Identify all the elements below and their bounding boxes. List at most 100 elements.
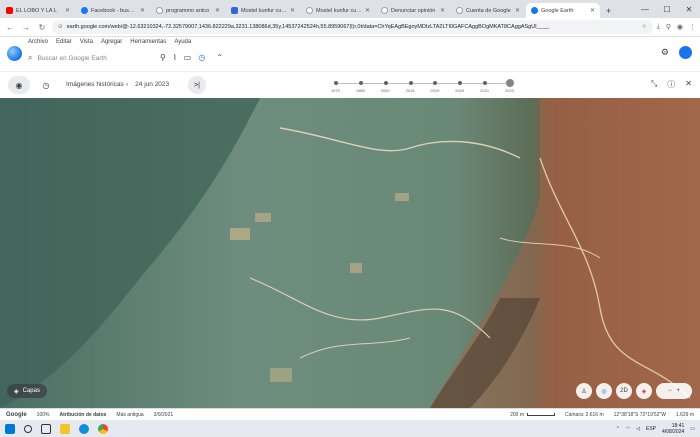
browser-tab[interactable]: Mostel kunfur cuscu ✕ bbox=[226, 3, 300, 18]
data-attribution-link[interactable]: Atribución de datos bbox=[59, 412, 106, 418]
timeline-year-label: 2023 bbox=[505, 88, 514, 93]
forward-icon[interactable]: → bbox=[20, 21, 32, 33]
close-tab-icon[interactable]: ✕ bbox=[65, 7, 70, 14]
settings-icon[interactable]: ⚙ bbox=[661, 47, 669, 58]
notifications-icon[interactable]: ▭ bbox=[690, 426, 695, 432]
close-tab-icon[interactable]: ✕ bbox=[290, 7, 295, 14]
url-input[interactable]: ⊙ earth.google.com/web/@-12.63210324,-72… bbox=[52, 20, 653, 34]
map-controls: ♙ ◎ 2D ◈ − + bbox=[576, 383, 692, 399]
timeline-dot[interactable] bbox=[383, 81, 388, 85]
window-controls: — ☐ ✕ bbox=[634, 0, 700, 18]
close-tab-icon[interactable]: ✕ bbox=[140, 7, 145, 14]
edge-icon[interactable] bbox=[79, 423, 89, 434]
close-tab-icon[interactable]: ✕ bbox=[440, 7, 445, 14]
timeline-dot[interactable] bbox=[458, 81, 463, 85]
timeline-dot[interactable] bbox=[433, 81, 438, 85]
tab-label: Mostel kunfur cuscu bbox=[241, 7, 287, 14]
menu-help[interactable]: Ayuda bbox=[174, 39, 191, 45]
close-window-icon[interactable]: ✕ bbox=[678, 0, 700, 18]
pegman-icon[interactable]: ♙ bbox=[576, 383, 592, 399]
path-icon[interactable]: ⌇ bbox=[173, 53, 177, 62]
google-icon bbox=[381, 7, 388, 14]
layers-view-button[interactable]: ◉ bbox=[8, 76, 30, 94]
chevron-up-icon[interactable]: ⌃ bbox=[216, 53, 223, 62]
new-tab-button[interactable]: + bbox=[600, 3, 617, 18]
more-menu-icon[interactable]: ⋮ bbox=[689, 23, 696, 31]
browser-tab[interactable]: EL LOBO Y LA L ✕ bbox=[1, 3, 75, 18]
compass-icon[interactable]: ◈ bbox=[636, 383, 652, 399]
clock-date: 4/08/2024 bbox=[662, 428, 685, 435]
profile-icon[interactable]: ◉ bbox=[677, 23, 683, 31]
windows-start-icon[interactable] bbox=[5, 423, 15, 434]
close-tab-icon[interactable]: ✕ bbox=[365, 7, 370, 14]
search-input[interactable]: Buscar en Google Earth bbox=[37, 55, 106, 62]
close-tab-icon[interactable]: ✕ bbox=[515, 7, 520, 14]
chrome-icon[interactable] bbox=[98, 423, 108, 434]
menu-file[interactable]: Archivo bbox=[28, 39, 48, 45]
measure-icon[interactable]: ▭ bbox=[184, 53, 192, 62]
browser-tab-strip: EL LOBO Y LA L ✕ Facebook - busca su ✕ p… bbox=[0, 0, 700, 18]
avatar[interactable] bbox=[679, 46, 692, 59]
history-toggle-button[interactable]: ◷ bbox=[35, 76, 57, 94]
language-indicator[interactable]: ESP bbox=[646, 426, 656, 432]
browser-tab[interactable]: Cuenta de Google ✕ bbox=[451, 3, 525, 18]
camera-altitude: Cámara: 2.616 m bbox=[565, 411, 604, 418]
back-icon[interactable]: ← bbox=[4, 21, 16, 33]
google-earth-logo[interactable] bbox=[7, 46, 22, 61]
globe-view-icon[interactable]: ◎ bbox=[596, 383, 612, 399]
wifi-icon[interactable]: ◠ bbox=[626, 426, 630, 432]
google-logo: Google bbox=[6, 411, 27, 418]
browser-tab-active[interactable]: Google Earth ✕ bbox=[526, 3, 600, 18]
tab-label: Cuenta de Google bbox=[466, 7, 511, 14]
layers-button[interactable]: ◈ Capas bbox=[7, 384, 47, 398]
browser-tab[interactable]: Facebook - busca su ✕ bbox=[76, 3, 150, 18]
collapse-icon[interactable]: ⤡ bbox=[651, 79, 657, 90]
reload-icon[interactable]: ↻ bbox=[36, 21, 48, 33]
browser-tab[interactable]: Mostel kunfur cuscu ✕ bbox=[301, 3, 375, 18]
site-info-icon[interactable]: ⊙ bbox=[58, 24, 63, 30]
browser-tab[interactable]: Denunciar opinión ✕ bbox=[376, 3, 450, 18]
header-right: ⚙ bbox=[661, 46, 692, 59]
google-icon bbox=[156, 7, 163, 14]
historical-imagery-title: Imágenes históricas bbox=[66, 81, 124, 88]
menu-edit[interactable]: Editar bbox=[56, 39, 72, 45]
search-box[interactable]: ⌕ Buscar en Google Earth bbox=[28, 51, 138, 65]
scale-label: 200 m bbox=[510, 411, 524, 418]
task-view-icon[interactable] bbox=[41, 423, 51, 434]
history-timeline[interactable]: 1970 1985 2000 2015 2019 2020 2021 2023 bbox=[331, 77, 514, 95]
menu-tools[interactable]: Herramientas bbox=[130, 39, 166, 45]
timeline-dot[interactable] bbox=[483, 81, 488, 85]
bookmark-star-icon[interactable]: ☆ bbox=[642, 24, 647, 30]
history-icon[interactable]: ◷ bbox=[198, 53, 205, 62]
latest-date-button[interactable]: >| bbox=[188, 76, 206, 94]
status-right: 200 m Cámara: 2.616 m 12°38'18"S 72°19'5… bbox=[510, 412, 694, 418]
close-tab-icon[interactable]: ✕ bbox=[215, 7, 220, 14]
menu-add[interactable]: Agregar bbox=[101, 39, 122, 45]
maximize-icon[interactable]: ☐ bbox=[656, 0, 678, 18]
clock[interactable]: 18:41 4/08/2024 bbox=[662, 423, 684, 435]
zoom-controls[interactable]: − + bbox=[656, 383, 692, 399]
elevation: 1.629 m bbox=[675, 411, 694, 418]
minimize-icon[interactable]: — bbox=[634, 0, 656, 18]
timeline-dot[interactable] bbox=[408, 81, 413, 85]
timeline-current-knob[interactable] bbox=[506, 79, 514, 87]
placemark-icon[interactable]: ⚲ bbox=[160, 53, 166, 62]
volume-icon[interactable]: ◁ bbox=[636, 426, 640, 432]
close-icon[interactable]: ✕ bbox=[685, 79, 692, 90]
close-tab-icon[interactable]: ✕ bbox=[590, 7, 595, 14]
timeline-year-label: 2019 bbox=[430, 88, 440, 93]
chevron-up-icon[interactable]: ⌃ bbox=[616, 426, 620, 432]
view-mode-button[interactable]: 2D bbox=[616, 383, 632, 399]
search-icon[interactable] bbox=[24, 424, 32, 433]
extensions-icon[interactable]: ⚲ bbox=[666, 23, 671, 31]
timeline-dot[interactable] bbox=[358, 81, 363, 85]
timeline-dot[interactable] bbox=[334, 81, 338, 85]
previous-date-icon[interactable]: ‹ bbox=[126, 81, 128, 88]
menu-view[interactable]: Vista bbox=[80, 39, 93, 45]
terrain-imagery bbox=[0, 98, 700, 408]
download-icon[interactable]: ⤓ bbox=[657, 23, 660, 31]
help-icon[interactable]: ⓘ bbox=[667, 79, 675, 90]
satellite-map[interactable]: ◈ Capas ♙ ◎ 2D ◈ − + bbox=[0, 98, 700, 408]
file-explorer-icon[interactable] bbox=[60, 423, 70, 434]
browser-tab[interactable]: programmo antco ✕ bbox=[151, 3, 225, 18]
